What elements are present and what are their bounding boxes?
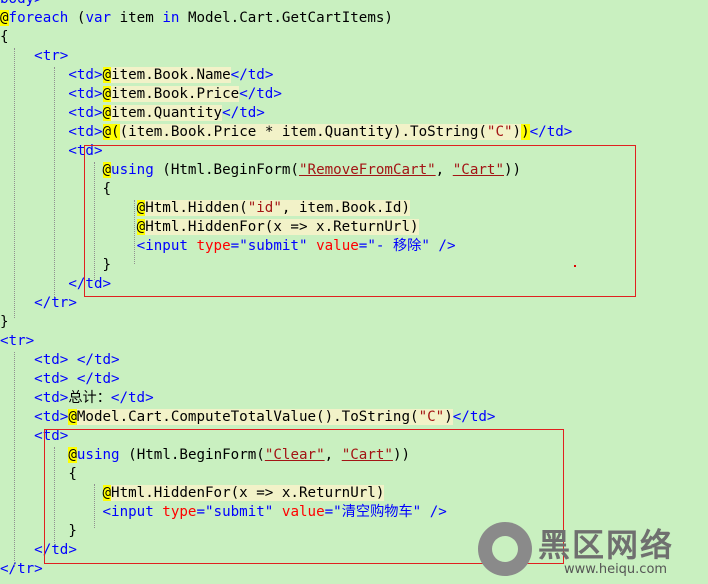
indent-guide [14,48,15,318]
code-token: @ [68,409,77,425]
watermark-title: 黑区网络 [538,526,675,564]
code-token: </td> [76,352,120,368]
code-token: @( [102,124,120,140]
indent-guide [94,484,95,528]
code-line[interactable]: <td>@item.Book.Price</td> [0,85,282,104]
indent-guide [54,447,55,545]
code-token: 总计： [68,390,111,406]
code-line[interactable]: <td>@item.Book.Name</td> [0,66,273,85]
code-token: ) [512,124,522,140]
code-line[interactable]: </tr> [0,294,77,313]
code-token: Model.Cart.ComputeTotalValue().ToString( [76,409,419,425]
watermark-subtitle: www.heiqu.com [564,562,668,577]
code-token: foreach [8,10,69,26]
code-line[interactable]: <td>@Model.Cart.ComputeTotalValue().ToSt… [0,408,495,427]
code-line[interactable]: <td>@item.Quantity</td> [0,104,265,123]
code-token: <td> [68,86,103,102]
code-line[interactable]: </tr> [0,560,43,579]
red-marker-dot [574,265,576,267]
code-token: </td> [529,124,573,140]
code-line[interactable]: <tr> [0,332,34,351]
code-token: ) [444,409,453,425]
code-token: @ [102,67,112,83]
code-line[interactable]: } [0,313,9,332]
code-token: <tr> [0,333,35,349]
code-token: body> [0,0,43,7]
code-token: "C" [418,409,445,425]
code-line[interactable]: body> [0,0,43,9]
code-line[interactable]: <td>@((item.Book.Price * item.Quantity).… [0,123,572,142]
code-token: <td> [68,105,103,121]
code-token: item [111,10,163,26]
code-token: </td> [110,390,154,406]
code-token: item.Book.Name [111,67,231,83]
code-token: <td> [34,352,69,368]
code-token: (item.Book.Price * item.Quantity).ToStri… [119,124,487,140]
code-token: var [85,10,112,26]
code-token: <td> [34,409,69,425]
code-line[interactable]: <td>总计：</td> [0,389,154,408]
code-line[interactable]: { [0,28,9,47]
code-token: item.Book.Price [111,86,240,102]
code-token: ) [521,124,530,140]
code-token: @ [102,105,112,121]
code-token: </td> [230,67,274,83]
code-line[interactable]: @foreach (var item in Model.Cart.GetCart… [0,9,393,28]
indent-guide [54,67,55,297]
indent-guide [134,200,135,264]
code-token: </td> [222,105,265,121]
watermark-logo-icon [478,522,532,576]
code-token: </td> [452,409,496,425]
remove-form-highlight-box [84,145,636,297]
code-line[interactable]: <td> </td> [0,351,120,370]
code-token: <td> [34,371,69,387]
code-token: </tr> [34,295,77,311]
code-line[interactable]: <td> </td> [0,370,120,389]
code-token: </td> [76,371,120,387]
code-token: </tr> [0,561,43,577]
code-token: { [0,29,9,45]
code-token: <td> [68,124,103,140]
code-token: ( [68,10,86,26]
code-token: @ [102,86,112,102]
code-token: @ [0,10,9,26]
code-line[interactable]: <tr> [0,47,68,66]
code-token: item.Quantity [111,105,223,121]
code-token: </td> [239,86,282,102]
code-token: <tr> [34,48,69,64]
code-token: in [162,10,180,26]
code-token: <td> [68,67,103,83]
code-token: Model.Cart.GetCartItems) [179,10,393,26]
site-watermark: 黑区网络 www.heiqu.com [472,518,708,584]
code-token: "C" [486,124,513,140]
indent-guide [14,352,15,567]
code-token: } [0,314,9,330]
indent-guide [94,162,95,280]
code-token: <td> [34,390,69,406]
